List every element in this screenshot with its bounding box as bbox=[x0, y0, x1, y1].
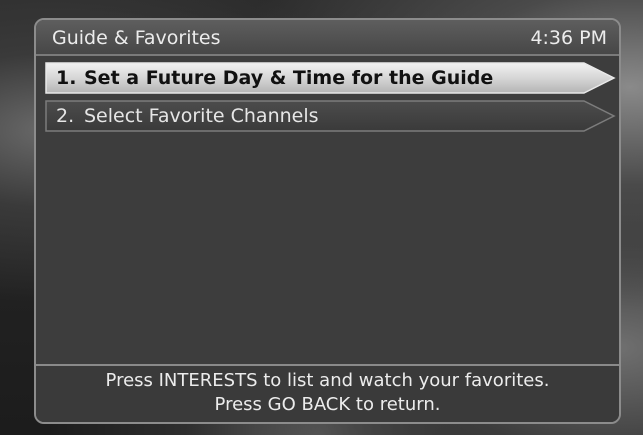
page-title: Guide & Favorites bbox=[52, 27, 221, 49]
menu-item-label: Set a Future Day & Time for the Guide bbox=[84, 67, 494, 89]
menu-item-label: Select Favorite Channels bbox=[84, 105, 319, 127]
clock-time: 4:36 PM bbox=[530, 27, 607, 49]
menu-item-number: 1. bbox=[56, 67, 77, 89]
menu-item-favorite-channels[interactable]: 2. Select Favorite Channels bbox=[44, 100, 616, 132]
panel-header: Guide & Favorites 4:36 PM bbox=[36, 20, 619, 56]
menu-item-future-day-time[interactable]: 1. Set a Future Day & Time for the Guide bbox=[44, 62, 616, 94]
guide-favorites-panel: Guide & Favorites 4:36 PM 1. Set a Futur… bbox=[34, 18, 621, 424]
instructions-footer: Press INTERESTS to list and watch your f… bbox=[36, 364, 619, 422]
instruction-go-back: Press GO BACK to return. bbox=[214, 394, 441, 415]
tv-screen: Guide & Favorites 4:36 PM 1. Set a Futur… bbox=[0, 0, 643, 435]
menu-item-number: 2. bbox=[56, 105, 75, 127]
instruction-interests: Press INTERESTS to list and watch your f… bbox=[105, 370, 550, 391]
options-menu: 1. Set a Future Day & Time for the Guide… bbox=[44, 62, 616, 138]
